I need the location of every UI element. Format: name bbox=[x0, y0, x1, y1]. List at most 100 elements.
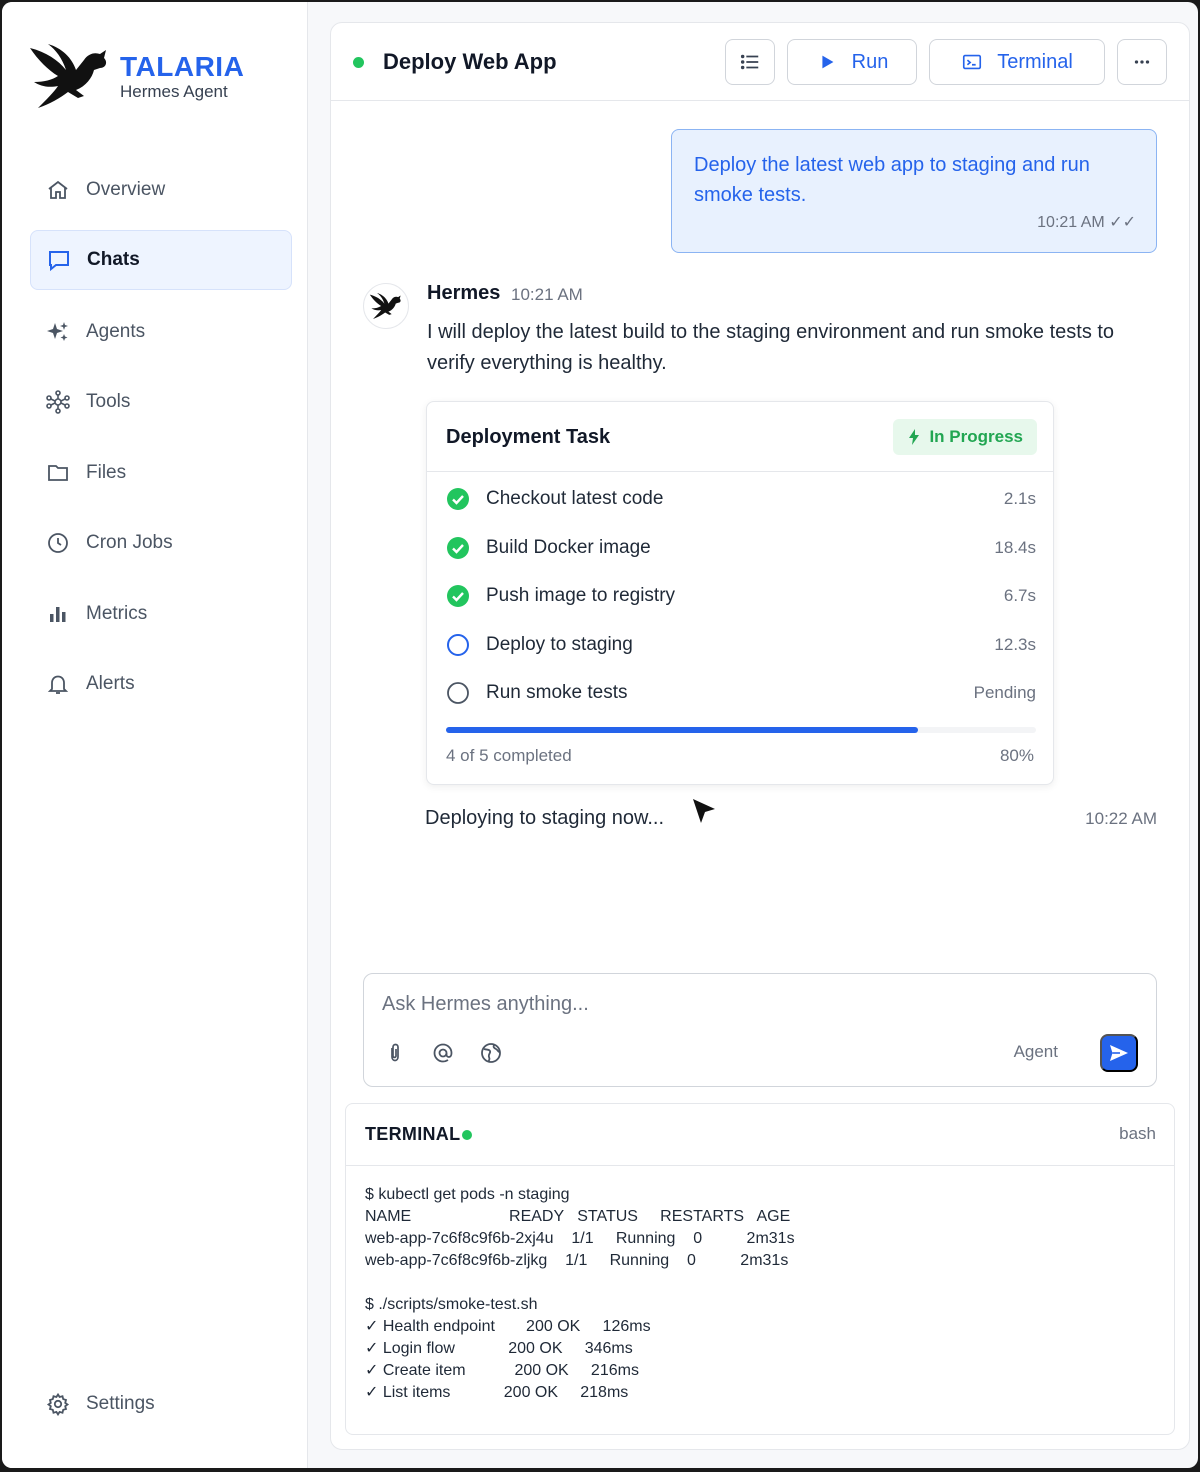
sidebar-item-tools[interactable]: Tools bbox=[30, 372, 292, 432]
clock-icon bbox=[44, 529, 72, 557]
task-step-label: Push image to registry bbox=[486, 585, 676, 606]
task-step: Run smoke tests Pending bbox=[446, 678, 1036, 708]
terminal-button-label: Terminal bbox=[997, 50, 1073, 73]
folder-icon bbox=[44, 459, 72, 487]
paperclip-icon[interactable] bbox=[382, 1040, 408, 1066]
brand-title: TALARIA bbox=[120, 51, 245, 82]
sidebar-item-settings[interactable]: Settings bbox=[30, 1374, 292, 1434]
send-icon bbox=[1110, 1045, 1128, 1061]
user-message-bubble: Deploy the latest web app to staging and… bbox=[671, 129, 1157, 253]
terminal-status-dot bbox=[462, 1130, 472, 1140]
bell-icon bbox=[44, 670, 72, 698]
network-icon bbox=[44, 388, 72, 416]
terminal-icon bbox=[963, 54, 982, 70]
sidebar-item-chats[interactable]: Chats bbox=[30, 230, 292, 290]
pending-circle-icon bbox=[447, 682, 469, 704]
progress-percent: 80% bbox=[999, 746, 1034, 765]
page-title: Deploy Web App bbox=[383, 49, 557, 74]
list-icon bbox=[740, 54, 759, 70]
run-button-label: Run bbox=[851, 50, 889, 73]
sidebar-item-cron-jobs[interactable]: Cron Jobs bbox=[30, 513, 292, 573]
globe-icon[interactable] bbox=[478, 1040, 504, 1066]
home-icon bbox=[44, 176, 72, 204]
user-message-text: Deploy the latest web app to staging and… bbox=[694, 154, 1090, 206]
progress-bar bbox=[446, 727, 1036, 733]
pegasus-logo-icon bbox=[30, 44, 107, 108]
status-badge: In Progress bbox=[893, 419, 1037, 455]
send-button[interactable] bbox=[1100, 1034, 1138, 1072]
task-title: Deployment Task bbox=[446, 426, 611, 448]
task-step-duration: 12.3s bbox=[994, 635, 1036, 654]
terminal-line: web-app-7c6f8c9f6b-zljkg 1/1 Running 0 2… bbox=[365, 1252, 789, 1269]
terminal-line: ✓ Health endpoint 200 OK 126ms bbox=[365, 1318, 651, 1335]
sidebar-item-label: Alerts bbox=[86, 673, 135, 694]
terminal-header: TERMINAL bash bbox=[346, 1104, 1174, 1166]
sidebar-item-metrics[interactable]: Metrics bbox=[30, 584, 292, 644]
avatar bbox=[363, 283, 409, 329]
task-step: Push image to registry 6.7s bbox=[446, 581, 1036, 611]
message-input[interactable] bbox=[382, 988, 1082, 1020]
sidebar-item-files[interactable]: Files bbox=[30, 443, 292, 503]
task-step-duration: 18.4s bbox=[994, 538, 1036, 557]
settings-label: Settings bbox=[86, 1393, 155, 1414]
mention-icon[interactable] bbox=[430, 1040, 456, 1066]
sidebar-item-alerts[interactable]: Alerts bbox=[30, 654, 292, 714]
status-badge-label: In Progress bbox=[929, 427, 1023, 446]
sidebar-item-agents[interactable]: Agents bbox=[30, 302, 292, 362]
terminal-line: web-app-7c6f8c9f6b-2xj4u 1/1 Running 0 2… bbox=[365, 1230, 795, 1247]
mouse-cursor-icon bbox=[693, 799, 715, 823]
assistant-message-text: I will deploy the latest build to the st… bbox=[427, 321, 1115, 374]
check-circle-icon bbox=[447, 537, 469, 559]
task-step: Deploy to staging 12.3s bbox=[446, 630, 1036, 660]
sidebar-item-label: Overview bbox=[86, 179, 166, 200]
check-circle-icon bbox=[447, 488, 469, 510]
task-step-duration: 6.7s bbox=[1003, 586, 1036, 605]
sidebar-item-overview[interactable]: Overview bbox=[30, 160, 292, 220]
terminal-line: $ ./scripts/smoke-test.sh bbox=[365, 1296, 538, 1313]
more-icon bbox=[1134, 60, 1150, 64]
gear-icon bbox=[44, 1390, 72, 1418]
list-view-button[interactable] bbox=[725, 39, 775, 85]
terminal-line: NAME READY STATUS RESTARTS AGE bbox=[365, 1208, 791, 1225]
task-step-duration: 2.1s bbox=[1003, 489, 1036, 508]
run-button[interactable]: Run bbox=[787, 39, 917, 85]
sidebar-item-label: Agents bbox=[86, 321, 146, 342]
sparkles-icon bbox=[44, 318, 72, 346]
app-window: TALARIA Hermes Agent Overview Chats Agen… bbox=[2, 2, 1198, 1468]
pegasus-avatar-icon bbox=[369, 293, 401, 319]
chat-panel: Deploy Web App Run Terminal Deploy the l… bbox=[330, 22, 1190, 1450]
sidebar-item-label: Chats bbox=[87, 249, 140, 270]
task-step-label: Checkout latest code bbox=[486, 488, 664, 509]
brand-logo[interactable]: TALARIA Hermes Agent bbox=[28, 40, 244, 112]
task-step-label: Deploy to staging bbox=[486, 634, 633, 655]
progress-bar-fill bbox=[446, 727, 918, 733]
task-step-label: Run smoke tests bbox=[486, 682, 628, 703]
lightning-icon bbox=[909, 429, 920, 445]
terminal-button[interactable]: Terminal bbox=[929, 39, 1105, 85]
sidebar-item-label: Metrics bbox=[86, 603, 148, 624]
chat-icon bbox=[45, 246, 73, 274]
deployment-task-card: Deployment Task In Progress Checkout lat… bbox=[426, 401, 1054, 785]
terminal-line: ✓ Create item 200 OK 216ms bbox=[365, 1362, 639, 1379]
more-options-button[interactable] bbox=[1117, 39, 1167, 85]
terminal-line: ✓ List items 200 OK 218ms bbox=[365, 1384, 629, 1401]
terminal-line: $ kubectl get pods -n staging bbox=[365, 1186, 570, 1203]
agent-mode-selector[interactable]: Agent bbox=[1014, 1042, 1058, 1062]
sidebar-item-label: Files bbox=[86, 462, 127, 483]
assistant-name: Hermes bbox=[427, 282, 501, 304]
terminal-title: TERMINAL bbox=[365, 1124, 461, 1144]
progress-text: 4 of 5 completed bbox=[446, 746, 572, 765]
task-step-label: Build Docker image bbox=[486, 537, 651, 558]
task-step: Checkout latest code 2.1s bbox=[446, 484, 1036, 514]
status-message-time: 10:22 AM bbox=[1085, 809, 1157, 828]
sidebar: TALARIA Hermes Agent Overview Chats Agen… bbox=[2, 2, 308, 1468]
task-step-duration: Pending bbox=[973, 683, 1036, 702]
chat-header: Deploy Web App Run Terminal bbox=[331, 23, 1189, 101]
in-progress-circle-icon bbox=[447, 634, 469, 656]
terminal-output: $ kubectl get pods -n staging NAME READY… bbox=[365, 1184, 795, 1404]
message-composer: Agent bbox=[363, 973, 1157, 1087]
sidebar-item-label: Cron Jobs bbox=[86, 532, 173, 553]
task-card-header: Deployment Task In Progress bbox=[427, 402, 1053, 472]
sidebar-item-label: Tools bbox=[86, 391, 131, 412]
